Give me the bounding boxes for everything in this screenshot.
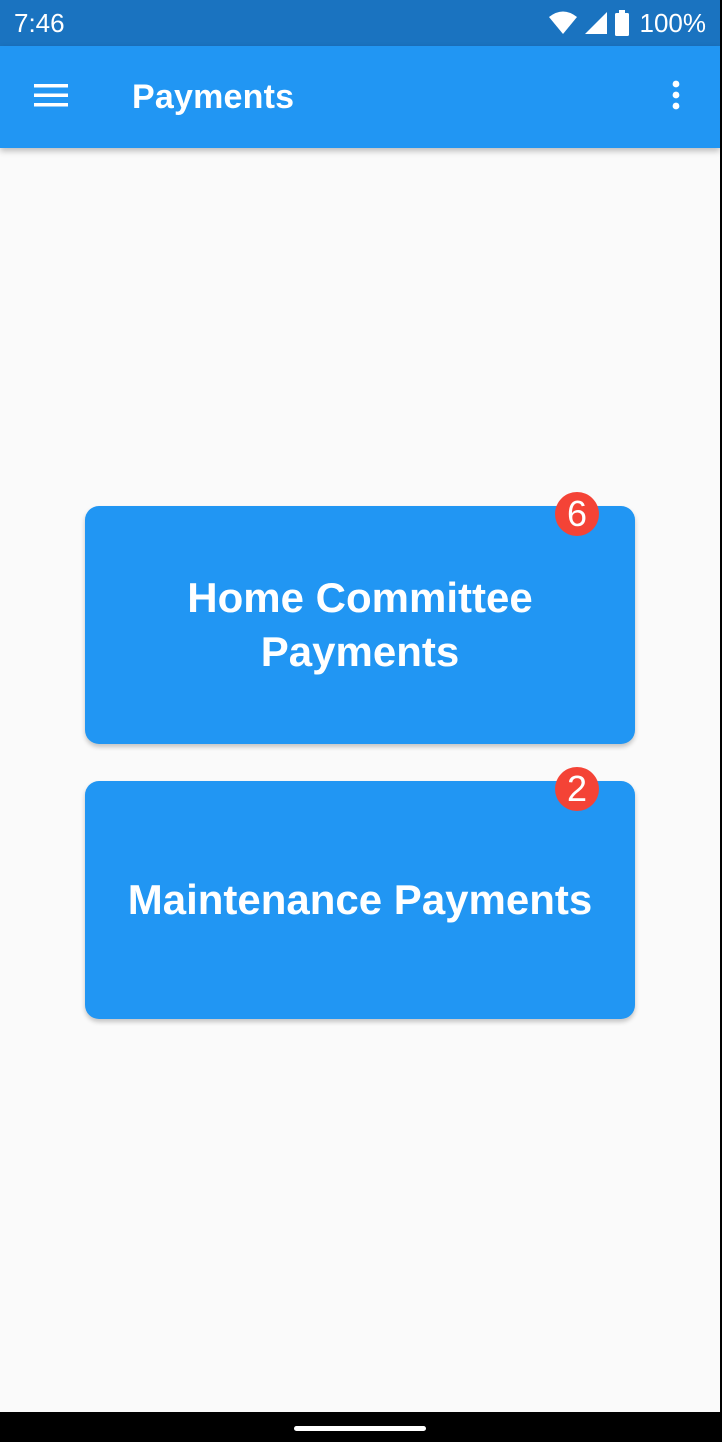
cell-signal-icon [584, 11, 608, 35]
card-label: Home Committee Payments [187, 574, 533, 675]
page-title: Payments [132, 77, 295, 116]
home-gesture-handle[interactable] [294, 1426, 426, 1431]
notification-badge: 6 [555, 492, 599, 536]
notification-badge: 2 [555, 767, 599, 811]
battery-percentage: 100% [639, 7, 707, 38]
more-options-button[interactable] [632, 46, 720, 148]
wifi-icon [548, 11, 578, 35]
device-screen: 7:46 100% Payments Home Committee Paymen… [0, 0, 720, 1442]
maintenance-payments-card: Maintenance Payments 2 [85, 767, 635, 1019]
menu-icon [34, 83, 68, 112]
more-vert-icon [672, 80, 680, 115]
status-icons: 100% [548, 7, 707, 39]
home-committee-payments-card: Home Committee Payments 6 [85, 492, 635, 744]
maintenance-payments-button[interactable]: Maintenance Payments [85, 781, 635, 1019]
battery-icon [614, 10, 630, 36]
status-bar: 7:46 100% [0, 0, 720, 46]
content-area: Home Committee Payments 6 Maintenance Pa… [0, 148, 720, 1412]
app-bar: Payments [0, 46, 720, 148]
system-navigation-bar [0, 1412, 720, 1442]
home-committee-payments-button[interactable]: Home Committee Payments [85, 506, 635, 744]
status-time: 7:46 [14, 7, 65, 38]
card-label: Maintenance Payments [127, 876, 593, 923]
menu-button[interactable] [0, 46, 102, 148]
